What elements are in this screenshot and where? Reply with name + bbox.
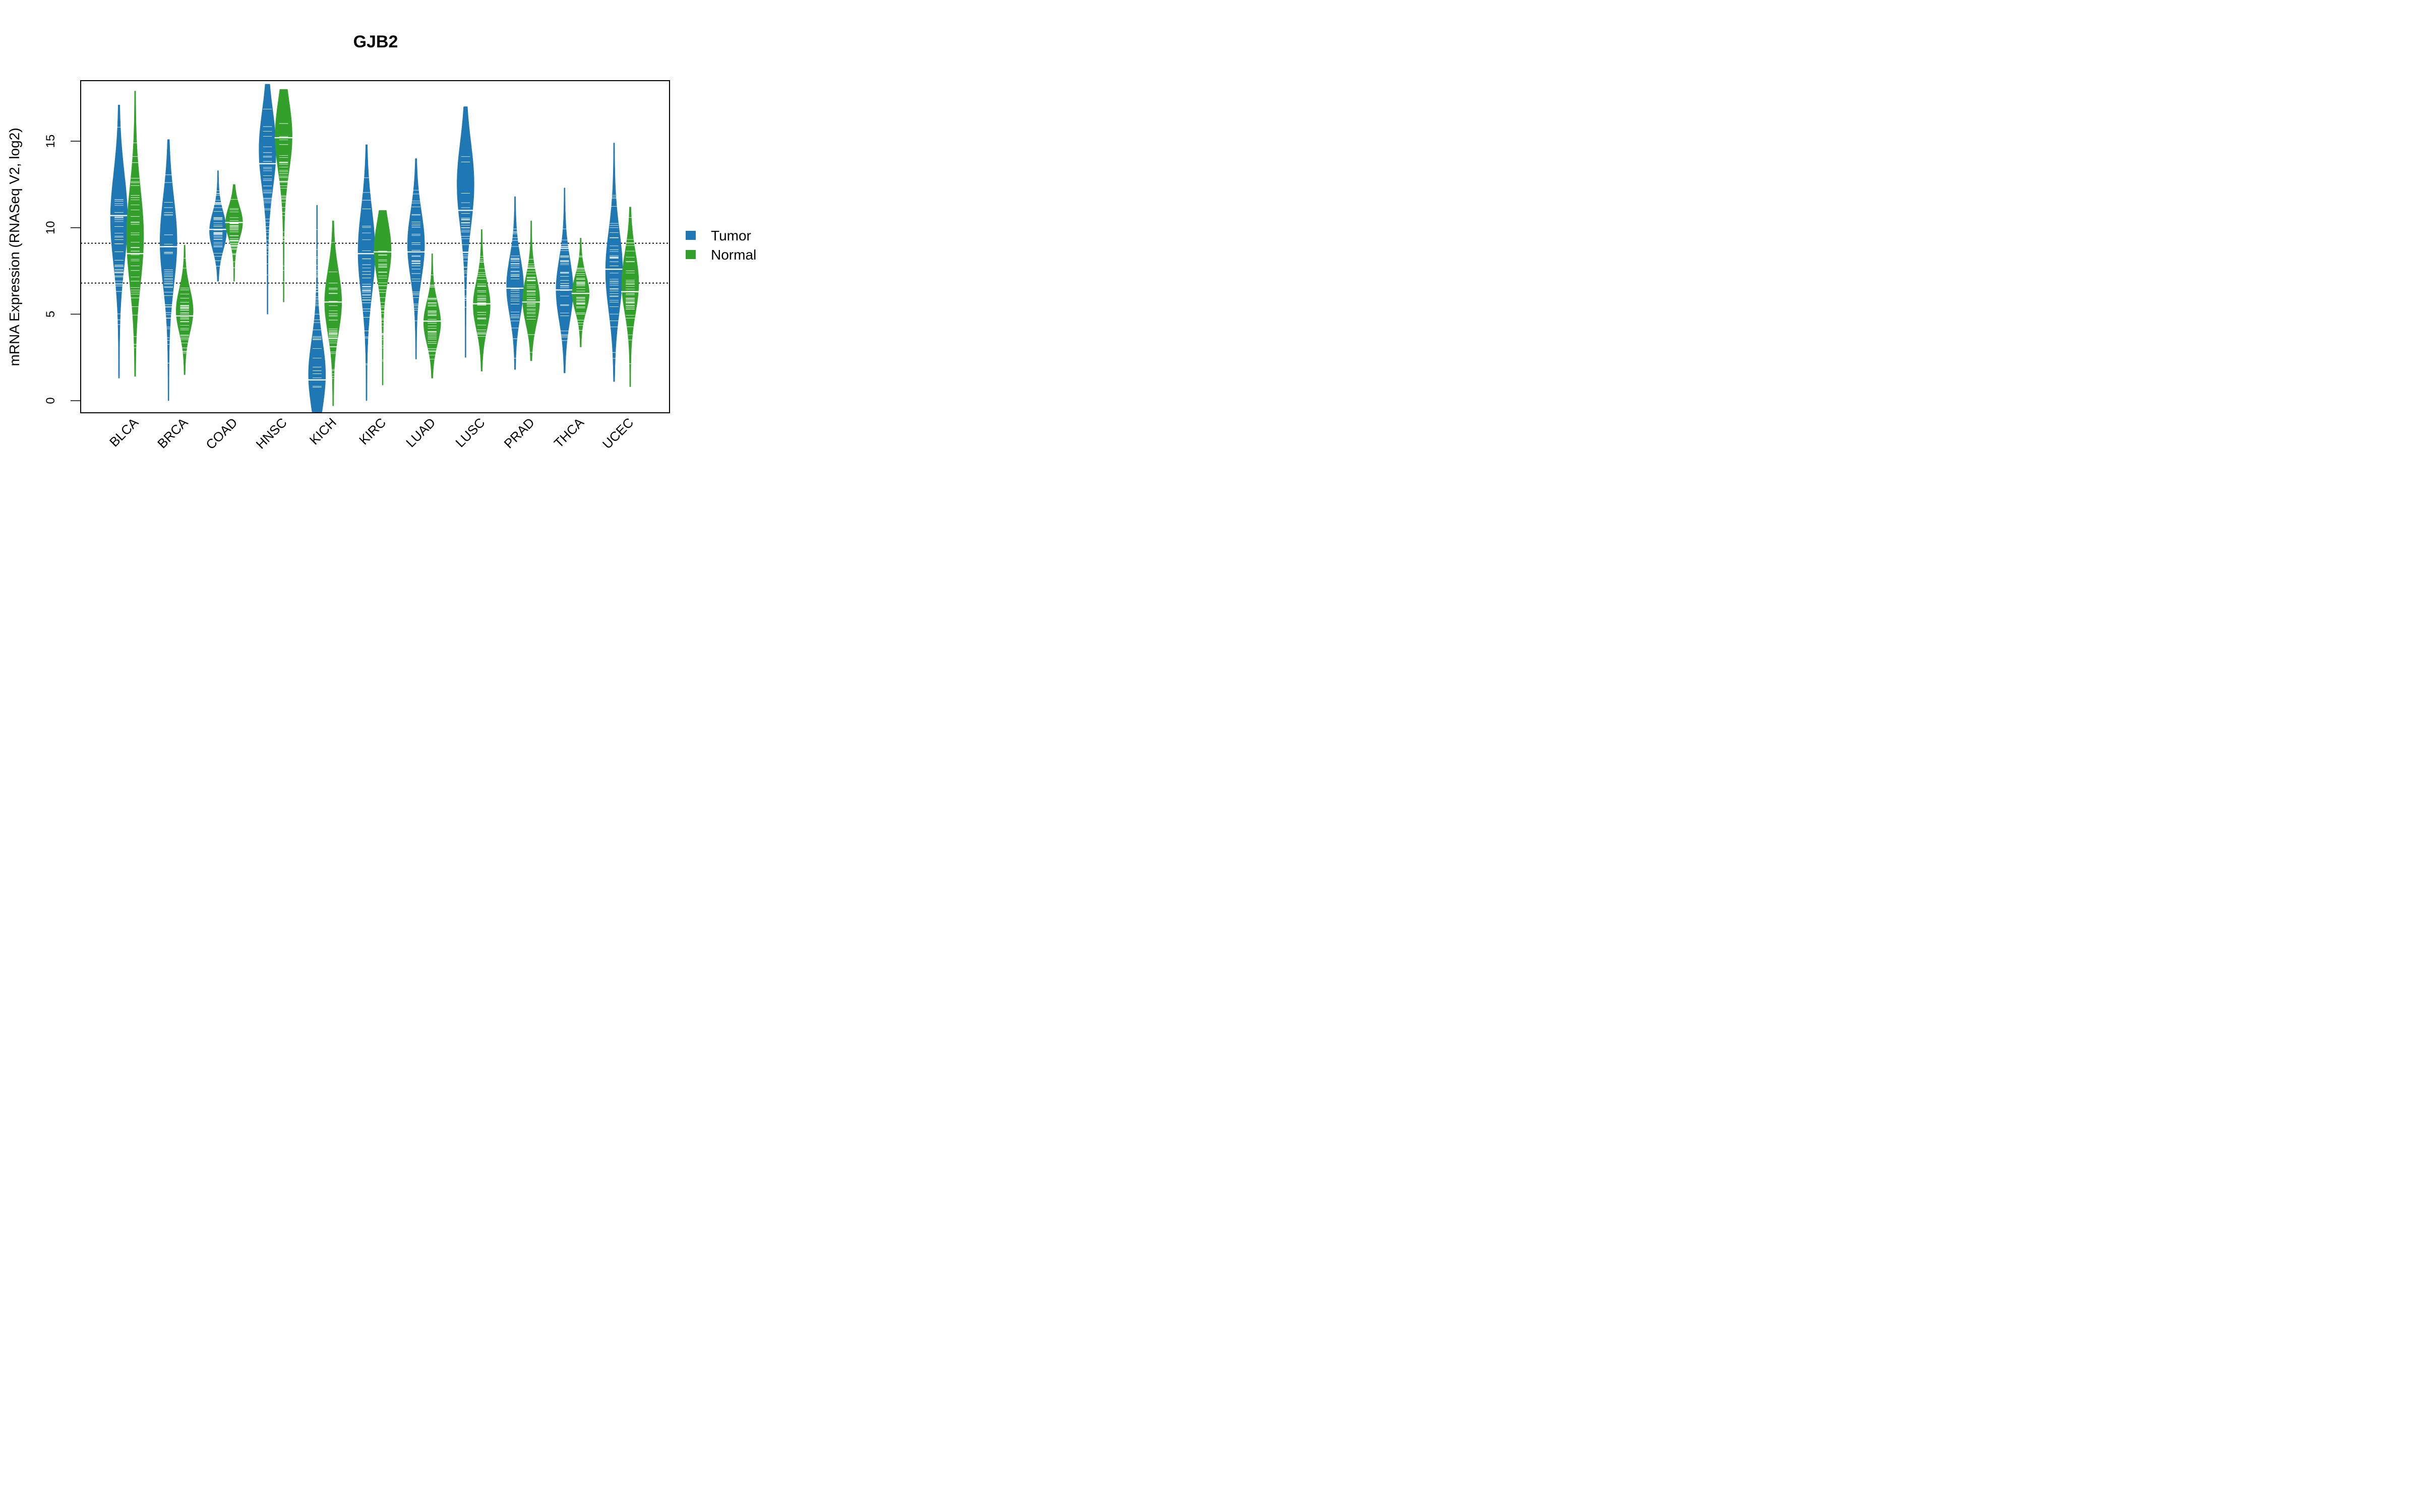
x-tick-label: PRAD [501, 415, 537, 451]
beanplot-chart: GJB2 mRNA Expression (RNASeq V2, log2) 0… [7, 32, 756, 453]
x-axis: BLCA BRCA COAD HNSC KICH KIRC LUAD LUSC PRAD THCA… [106, 415, 636, 453]
violin-shape [357, 144, 376, 401]
violin-kich-normal [324, 220, 342, 406]
y-tick-label: 5 [44, 311, 57, 318]
x-tick-label: BRCA [154, 415, 191, 452]
violin-shape [324, 220, 342, 406]
legend-label-normal: Normal [711, 247, 756, 263]
y-tick-label: 15 [44, 135, 57, 148]
violin-shape [407, 158, 425, 359]
violin-brca-tumor [159, 139, 178, 401]
x-tick-label: HNSC [253, 415, 290, 452]
x-tick-label: KICH [307, 415, 339, 448]
violin-shape [423, 253, 441, 379]
x-tick-label: THCA [551, 415, 587, 451]
violin-shape [572, 238, 590, 347]
x-tick-label: LUSC [452, 415, 488, 450]
violin-luad-normal [423, 253, 442, 379]
violin-lusc-tumor [456, 106, 475, 358]
violin-shape [209, 170, 227, 282]
y-axis-label: mRNA Expression (RNASeq V2, log2) [7, 128, 22, 366]
x-tick-label: LUAD [403, 415, 438, 450]
violin-shape [308, 205, 326, 413]
y-tick-label: 10 [44, 221, 57, 234]
violin-hnsc-normal [274, 89, 293, 302]
chart-title: GJB2 [353, 32, 398, 51]
violin-coad-tumor [209, 170, 227, 282]
violin-luad-tumor [407, 158, 426, 359]
violin-shape [126, 91, 144, 377]
violin-kirc-tumor [357, 144, 376, 401]
violin-blca-tumor [110, 104, 128, 379]
chart-container: GJB2 mRNA Expression (RNASeq V2, log2) 0… [0, 0, 780, 488]
violin-kich-tumor [308, 205, 326, 413]
legend-swatch-normal [686, 250, 696, 259]
violin-lusc-normal [472, 229, 491, 371]
y-tick-label: 0 [44, 397, 57, 404]
legend-swatch-tumor [686, 231, 696, 240]
violin-prad-normal [522, 220, 540, 361]
violin-shape [225, 184, 243, 282]
violin-brca-normal [175, 244, 194, 375]
violin-kirc-normal [374, 210, 392, 386]
violin-shape [605, 143, 623, 382]
y-axis: 0 5 10 15 [44, 135, 81, 404]
x-tick-label: KIRC [356, 415, 389, 448]
violin-shape [110, 104, 128, 379]
violin-shape [374, 210, 392, 386]
violin-thca-tumor [555, 187, 574, 373]
violin-blca-normal [126, 91, 144, 377]
violin-shape [159, 139, 177, 401]
legend: Tumor Normal [686, 228, 756, 263]
violin-coad-normal [225, 184, 244, 282]
x-tick-label: COAD [203, 415, 240, 452]
violin-hnsc-tumor [258, 84, 277, 314]
x-tick-label: BLCA [106, 415, 142, 450]
violin-thca-normal [571, 238, 590, 347]
violins [110, 84, 639, 413]
violin-ucec-tumor [605, 143, 623, 382]
legend-label-tumor: Tumor [711, 228, 751, 243]
violin-shape [621, 207, 639, 387]
x-tick-label: UCEC [599, 415, 636, 452]
violin-ucec-normal [621, 207, 639, 387]
violin-shape [506, 196, 524, 370]
violin-prad-tumor [506, 196, 524, 370]
